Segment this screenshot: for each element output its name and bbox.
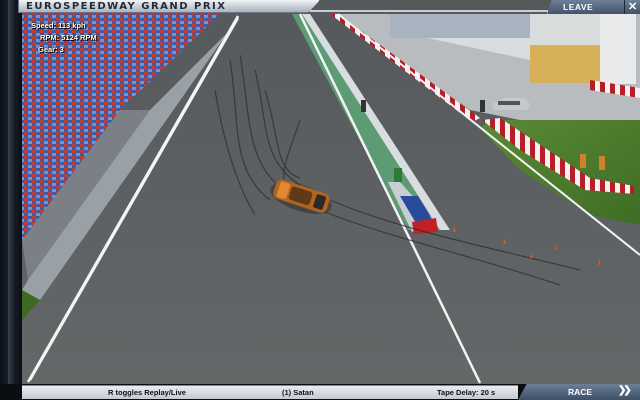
race-button[interactable]: RACE ❯❯ <box>518 384 640 400</box>
left-bezel <box>0 0 22 400</box>
rpm-readout: RPM: 5124 RPM <box>40 33 97 42</box>
close-button[interactable]: ✕ <box>624 0 640 14</box>
tape-delay: Tape Delay: 20 s <box>437 388 496 397</box>
game-viewport[interactable]: EUROSPEEDWAY GRAND PRIX LEAVE TRACK ✕ Sp… <box>0 0 640 400</box>
track-title: EUROSPEEDWAY GRAND PRIX <box>26 1 227 12</box>
replay-toggle-hint: R toggles Replay/Live <box>108 388 186 397</box>
top-bar: EUROSPEEDWAY GRAND PRIX LEAVE TRACK ✕ <box>0 0 640 14</box>
speed-readout: Speed: 113 kph <box>31 21 86 30</box>
leave-track-button[interactable]: LEAVE TRACK <box>547 0 624 14</box>
double-chevron-right-icon: ❯❯ <box>618 385 632 396</box>
race-track-scene <box>0 0 640 400</box>
close-icon: ✕ <box>628 1 638 13</box>
telemetry-hud: Speed: 113 kph RPM: 5124 RPM Gear: 3 <box>31 20 97 56</box>
race-label: RACE <box>568 387 593 397</box>
gear-readout: Gear: 3 <box>38 45 64 54</box>
driver-name: (1) Satan <box>282 388 314 397</box>
